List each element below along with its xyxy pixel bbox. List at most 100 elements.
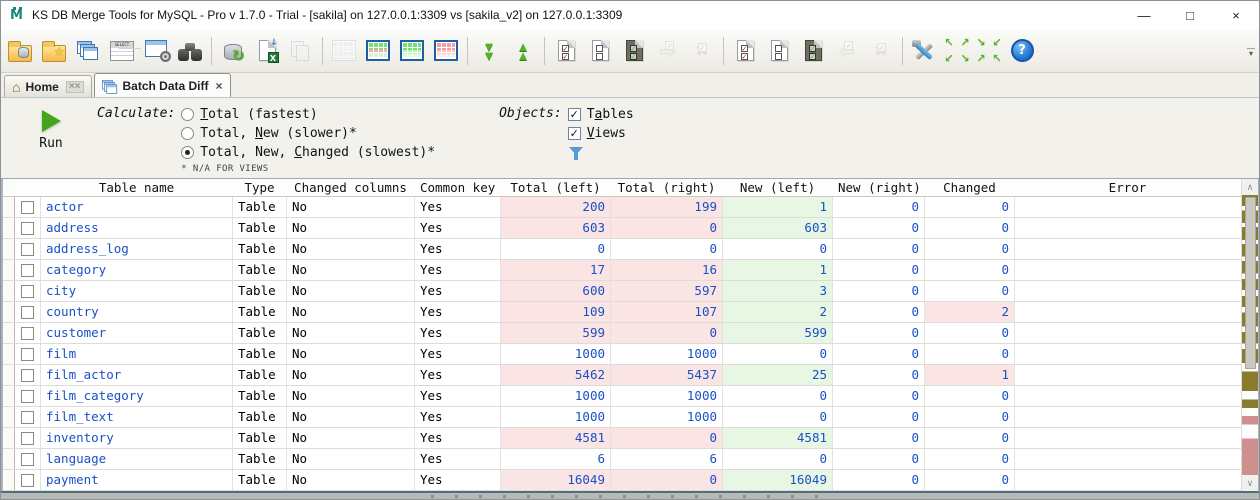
table-row: address Table No Yes 603 0 603 0 0 — [3, 218, 1241, 239]
show-equal-rows-button[interactable] — [328, 33, 360, 69]
object-tabs-button[interactable] — [72, 33, 104, 69]
column-header[interactable]: Table name — [41, 179, 233, 196]
copy-button[interactable] — [285, 33, 317, 69]
discard-left-button[interactable]: ✓✖ — [686, 33, 718, 69]
home-tab-close-icon[interactable]: ×× — [65, 80, 84, 93]
tab-batch-data-diff[interactable]: Batch Data Diff × — [93, 73, 231, 97]
checkbox-tables[interactable]: ✓ Tables — [567, 105, 634, 124]
batch-tab-close-icon[interactable]: × — [216, 80, 223, 92]
export-excel-button[interactable]: ↓ X — [251, 33, 283, 69]
invert-checks-left-button[interactable]: ✓ ✓ — [618, 33, 650, 69]
cell-table-name[interactable]: film — [41, 344, 233, 364]
tools-button[interactable] — [908, 33, 940, 69]
cell-table-name[interactable]: actor — [41, 197, 233, 217]
cell-table-name[interactable]: language — [41, 449, 233, 469]
column-header[interactable]: Total (left) — [501, 179, 611, 196]
cell-table-name[interactable]: address_log — [41, 239, 233, 259]
row-checkbox[interactable] — [21, 368, 34, 382]
expand-all-button[interactable]: ▼ ▼ — [473, 33, 505, 69]
row-checkbox[interactable] — [21, 221, 34, 235]
cell-table-name[interactable]: film_text — [41, 407, 233, 427]
check-all-right-button[interactable]: ✓ ✓ — [729, 33, 761, 69]
show-new-right-rows-button[interactable] — [430, 33, 462, 69]
toolbar-overflow-button[interactable]: — ▾ — [1245, 44, 1257, 57]
help-button[interactable]: ? — [1006, 33, 1038, 69]
row-checkbox[interactable] — [21, 263, 34, 277]
row-checkbox[interactable] — [21, 284, 34, 298]
row-checkbox[interactable] — [21, 431, 34, 445]
radio-icon[interactable] — [181, 127, 195, 140]
cell-table-name[interactable]: category — [41, 260, 233, 280]
column-header[interactable]: Error — [1015, 179, 1241, 196]
new-comparison-button[interactable]: ★ — [38, 33, 70, 69]
checkbox-views[interactable]: ✓ Views — [567, 124, 634, 143]
row-checkbox[interactable] — [21, 200, 34, 214]
cell-changed: 0 — [925, 281, 1015, 301]
refresh-database-button[interactable]: ↻ — [217, 33, 249, 69]
cell-new-left: 0 — [723, 386, 833, 406]
column-header[interactable] — [3, 179, 15, 196]
table-options-button[interactable] — [140, 33, 172, 69]
close-button[interactable]: × — [1213, 1, 1259, 29]
tab-batch-label: Batch Data Diff — [122, 78, 209, 93]
column-header[interactable]: New (left) — [723, 179, 833, 196]
radio-total-new[interactable]: Total, New (slower)* — [181, 124, 435, 143]
filter-funnel-icon[interactable] — [568, 146, 584, 161]
checkbox-icon[interactable]: ✓ — [567, 108, 581, 121]
cell-type: Table — [233, 428, 287, 448]
radio-total-new-changed[interactable]: Total, New, Changed (slowest)* — [181, 143, 435, 162]
checkbox-icon[interactable]: ✓ — [567, 127, 581, 140]
scroll-up-arrow[interactable]: ∧ — [1242, 179, 1258, 195]
cell-new-right: 0 — [833, 239, 925, 259]
scrollbar-thumb[interactable] — [1245, 197, 1256, 369]
cell-new-right: 0 — [833, 323, 925, 343]
show-new-left-rows-button[interactable] — [396, 33, 428, 69]
column-header[interactable]: Changed — [925, 179, 1015, 196]
cell-table-name[interactable]: film_category — [41, 386, 233, 406]
column-header[interactable]: Type — [233, 179, 287, 196]
row-checkbox[interactable] — [21, 473, 34, 487]
run-button[interactable]: Run — [19, 98, 83, 178]
select-query-button[interactable] — [106, 33, 138, 69]
row-checkbox[interactable] — [21, 242, 34, 256]
navigation-arrows-group[interactable]: ↖ ↗ ↘ ↙ ↙ ↘ ↗ ↖ — [942, 33, 1004, 69]
column-header[interactable]: Common key — [415, 179, 501, 196]
show-changed-rows-button[interactable] — [362, 33, 394, 69]
column-header[interactable]: New (right) — [833, 179, 925, 196]
uncheck-all-right-button[interactable] — [763, 33, 795, 69]
scroll-down-arrow[interactable]: ∨ — [1242, 475, 1258, 491]
row-checkbox[interactable] — [21, 389, 34, 403]
uncheck-all-left-button[interactable] — [584, 33, 616, 69]
cell-changed: 0 — [925, 197, 1015, 217]
collapse-all-button[interactable]: ▲ ▲ — [507, 33, 539, 69]
radio-icon-selected[interactable] — [181, 146, 195, 159]
column-header[interactable]: Total (right) — [611, 179, 723, 196]
apply-selected-to-left-button[interactable]: ✓ ⇦ — [831, 33, 863, 69]
vertical-scrollbar[interactable]: ∧ ∨ — [1241, 179, 1258, 491]
row-checkbox[interactable] — [21, 452, 34, 466]
open-comparison-button[interactable] — [4, 33, 36, 69]
cell-table-name[interactable]: country — [41, 302, 233, 322]
row-checkbox[interactable] — [21, 326, 34, 340]
cell-table-name[interactable]: inventory — [41, 428, 233, 448]
invert-checks-right-button[interactable]: ✓ ✓ — [797, 33, 829, 69]
minimize-button[interactable]: — — [1121, 1, 1167, 29]
cell-table-name[interactable]: address — [41, 218, 233, 238]
cell-table-name[interactable]: customer — [41, 323, 233, 343]
check-all-left-button[interactable]: ✓ ✓ — [550, 33, 582, 69]
column-header[interactable] — [15, 179, 41, 196]
cell-table-name[interactable]: payment — [41, 470, 233, 490]
cell-table-name[interactable]: film_actor — [41, 365, 233, 385]
tab-home[interactable]: ⌂ Home ×× — [4, 75, 92, 97]
maximize-button[interactable]: □ — [1167, 1, 1213, 29]
radio-icon[interactable] — [181, 108, 195, 121]
discard-right-button[interactable]: ✓✖ — [865, 33, 897, 69]
search-button[interactable] — [174, 33, 206, 69]
column-header[interactable]: Changed columns — [287, 179, 415, 196]
radio-total[interactable]: Total (fastest) — [181, 105, 435, 124]
row-checkbox[interactable] — [21, 347, 34, 361]
row-checkbox[interactable] — [21, 410, 34, 424]
apply-selected-to-right-button[interactable]: ✓ ⇨ — [652, 33, 684, 69]
row-checkbox[interactable] — [21, 305, 34, 319]
cell-table-name[interactable]: city — [41, 281, 233, 301]
